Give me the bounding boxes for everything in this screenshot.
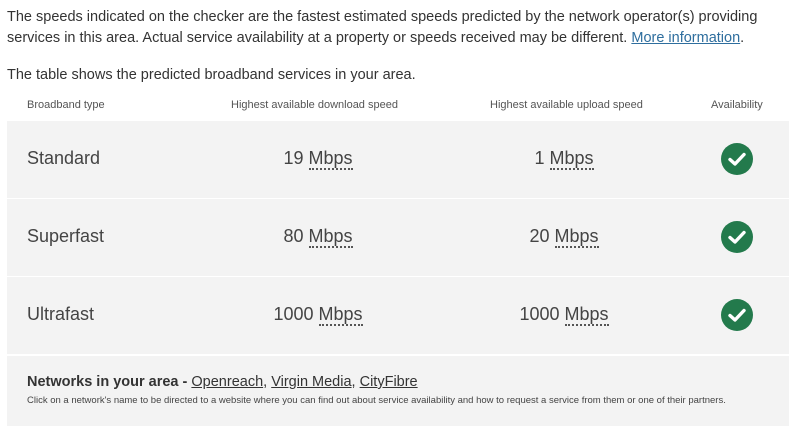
download-speed: 1000 Mbps <box>213 304 423 326</box>
upload-value: 20 <box>529 226 550 246</box>
networks-line: Networks in your area - Openreach, Virgi… <box>27 374 418 390</box>
networks-separator: , <box>351 374 360 390</box>
network-link-virgin-media[interactable]: Virgin Media <box>271 374 351 390</box>
unit-mbps: Mbps <box>318 304 363 326</box>
table-header: Broadband type Highest available downloa… <box>7 96 789 118</box>
networks-panel: Networks in your area - Openreach, Virgi… <box>7 356 789 426</box>
upload-speed: 1 Mbps <box>459 148 669 170</box>
broadband-type: Superfast <box>27 226 105 246</box>
download-value: 1000 <box>273 304 314 324</box>
networks-note: Click on a network's name to be directed… <box>27 395 726 406</box>
table-intro: The table shows the predicted broadband … <box>7 67 416 83</box>
upload-value: 1 <box>534 148 545 168</box>
header-upload-speed: Highest available upload speed <box>490 99 643 111</box>
download-value: 80 <box>283 226 304 246</box>
table-row: Ultrafast 1000 Mbps 1000 Mbps <box>7 277 789 354</box>
networks-label: Networks in your area - <box>27 374 192 390</box>
intro-period: . <box>740 30 745 46</box>
table-row: Superfast 80 Mbps 20 Mbps <box>7 199 789 276</box>
unit-mbps: Mbps <box>308 226 353 248</box>
download-speed: 19 Mbps <box>213 148 423 170</box>
download-speed: 80 Mbps <box>213 226 423 248</box>
more-information-link[interactable]: More information <box>631 30 740 46</box>
unit-mbps: Mbps <box>308 148 353 170</box>
table-row: Standard 19 Mbps 1 Mbps <box>7 121 789 198</box>
header-download-speed: Highest available download speed <box>231 99 398 111</box>
check-circle-icon <box>721 299 753 331</box>
unit-mbps: Mbps <box>554 226 599 248</box>
upload-speed: 1000 Mbps <box>459 304 669 326</box>
broadband-checker-results: The speeds indicated on the checker are … <box>0 0 800 434</box>
intro-paragraph: The speeds indicated on the checker are … <box>7 7 792 49</box>
broadband-type: Standard <box>27 148 101 168</box>
upload-speed: 20 Mbps <box>459 226 669 248</box>
network-link-cityfibre[interactable]: CityFibre <box>360 374 418 390</box>
networks-separator: , <box>263 374 272 390</box>
upload-value: 1000 <box>519 304 560 324</box>
header-availability: Availability <box>711 99 763 111</box>
header-broadband-type: Broadband type <box>27 99 105 111</box>
unit-mbps: Mbps <box>564 304 609 326</box>
download-value: 19 <box>283 148 304 168</box>
unit-mbps: Mbps <box>549 148 594 170</box>
check-circle-icon <box>721 143 753 175</box>
broadband-type: Ultrafast <box>27 304 95 324</box>
check-circle-icon <box>721 221 753 253</box>
network-link-openreach[interactable]: Openreach <box>191 374 263 390</box>
